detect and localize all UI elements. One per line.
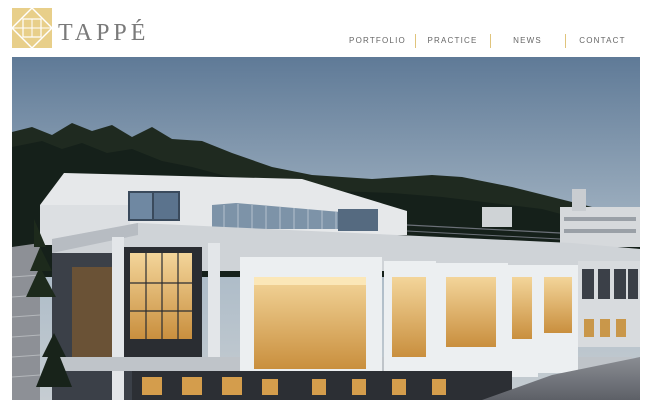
logo-mark-icon[interactable]	[11, 7, 53, 49]
brand-name[interactable]: TAPPÉ	[58, 21, 149, 45]
hero-image	[12, 57, 640, 400]
nav-item-practice[interactable]: PRACTICE	[415, 30, 490, 52]
main-nav: PORTFOLIO PRACTICE NEWS CONTACT	[340, 30, 640, 52]
hero-building-illustration	[12, 57, 640, 400]
nav-item-contact[interactable]: CONTACT	[565, 30, 640, 52]
nav-item-portfolio[interactable]: PORTFOLIO	[340, 30, 415, 52]
nav-item-news[interactable]: NEWS	[490, 30, 565, 52]
